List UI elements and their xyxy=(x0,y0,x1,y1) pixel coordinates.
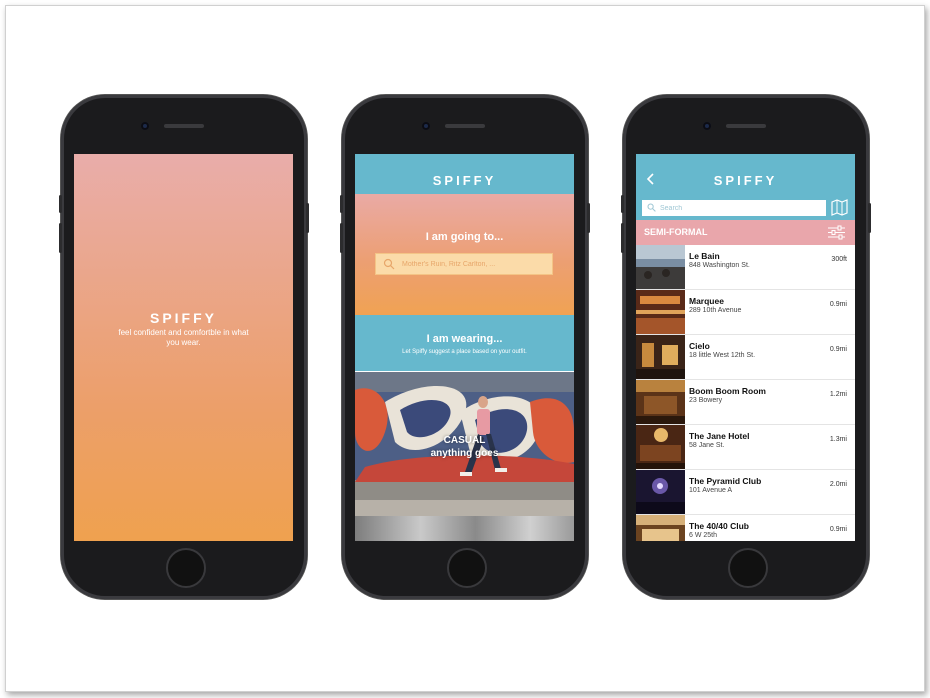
venue-name: Marquee xyxy=(689,296,724,306)
venue-photo xyxy=(636,470,685,514)
venue-distance: 0.9mi xyxy=(829,526,847,533)
earpiece-speaker xyxy=(445,124,485,128)
venue-distance: 0.9mi xyxy=(829,346,847,353)
phone-splash: SPIFFY feel confident and comfortble in … xyxy=(59,95,309,599)
casual-subtitle: anything goes xyxy=(430,448,499,459)
going-to-label: I am going to... xyxy=(425,231,504,243)
venue-address: 101 Avenue A xyxy=(689,487,733,494)
app-logo: SPIFFY xyxy=(149,310,217,326)
results-screen: SPIFFY SEMI-FORMAL xyxy=(636,154,855,541)
front-camera xyxy=(141,122,149,130)
venue-photo xyxy=(636,335,685,379)
venue-photo xyxy=(636,380,685,424)
tagline: feel confident and comfortble in what yo… xyxy=(118,328,249,347)
dress-code-label: SEMI-FORMAL xyxy=(644,227,708,237)
phone-home: SPIFFY I am going to... I am wearing... … xyxy=(340,95,590,599)
venue-name: The Jane Hotel xyxy=(689,431,750,441)
venue-distance: 300ft xyxy=(831,256,847,263)
venue-name: Le Bain xyxy=(689,251,720,261)
casual-caption: CASUAL anything goes xyxy=(355,434,574,460)
home-button[interactable] xyxy=(447,548,487,588)
venue-search-box[interactable] xyxy=(642,200,826,216)
venue-address: 848 Washington St. xyxy=(689,262,750,269)
wearing-subtitle: Let Spiffy suggest a place based on your… xyxy=(402,349,527,355)
home-button[interactable] xyxy=(166,548,206,588)
venue-name: Boom Boom Room xyxy=(689,386,766,396)
app-title: SPIFFY xyxy=(432,173,497,188)
venue-row[interactable]: Boom Boom Room 23 Bowery 1.2mi xyxy=(636,380,855,425)
phone-results: SPIFFY SEMI-FORMAL xyxy=(621,95,871,599)
venue-address: 18 little West 12th St. xyxy=(689,352,756,359)
home-button[interactable] xyxy=(728,548,768,588)
venue-search-input[interactable] xyxy=(660,202,820,214)
wearing-label: I am wearing... xyxy=(426,333,503,345)
venue-name: The Pyramid Club xyxy=(689,476,762,486)
casual-title: CASUAL xyxy=(443,435,486,446)
going-to-card: I am going to... xyxy=(355,194,574,315)
venue-distance: 1.3mi xyxy=(829,436,847,443)
filter-bar: SEMI-FORMAL xyxy=(636,220,855,245)
venue-row[interactable]: The 40/40 Club 6 W 25th 0.9mi xyxy=(636,515,855,541)
earpiece-speaker xyxy=(726,124,766,128)
destination-search-box[interactable] xyxy=(375,253,553,275)
next-style-card[interactable] xyxy=(355,516,574,541)
venue-list: Le Bain 848 Washington St. 300ft Marquee… xyxy=(636,245,855,541)
venue-row[interactable]: The Jane Hotel 58 Jane St. 1.3mi xyxy=(636,425,855,470)
venue-distance: 0.9mi xyxy=(829,301,847,308)
venue-row[interactable]: Le Bain 848 Washington St. 300ft xyxy=(636,245,855,290)
venue-row[interactable]: Marquee 289 10th Avenue 0.9mi xyxy=(636,290,855,335)
venue-row[interactable]: Cielo 18 little West 12th St. 0.9mi xyxy=(636,335,855,380)
wearing-card[interactable]: I am wearing... Let Spiffy suggest a pla… xyxy=(355,315,574,371)
venue-address: 289 10th Avenue xyxy=(689,307,742,314)
venue-photo xyxy=(636,515,685,541)
venue-distance: 1.2mi xyxy=(829,391,847,398)
venue-row[interactable]: The Pyramid Club 101 Avenue A 2.0mi xyxy=(636,470,855,515)
venue-name: Cielo xyxy=(689,341,710,351)
app-title: SPIFFY xyxy=(713,173,778,188)
earpiece-speaker xyxy=(164,124,204,128)
map-icon[interactable] xyxy=(831,199,848,216)
search-icon xyxy=(383,258,395,270)
splash-screen: SPIFFY feel confident and comfortble in … xyxy=(74,154,293,541)
front-camera xyxy=(703,122,711,130)
app-header: SPIFFY xyxy=(355,154,574,194)
venue-address: 58 Jane St. xyxy=(689,442,725,449)
search-icon xyxy=(647,203,656,212)
casual-style-card[interactable]: CASUAL anything goes xyxy=(355,372,574,516)
destination-search-input[interactable] xyxy=(402,257,547,271)
venue-photo xyxy=(636,245,685,289)
venue-address: 6 W 25th xyxy=(689,532,718,539)
home-screen: SPIFFY I am going to... I am wearing... … xyxy=(355,154,574,541)
venue-address: 23 Bowery xyxy=(689,397,723,404)
filter-sliders-icon[interactable] xyxy=(828,225,845,240)
venue-distance: 2.0mi xyxy=(829,481,847,488)
venue-photo xyxy=(636,425,685,469)
front-camera xyxy=(422,122,430,130)
venue-name: The 40/40 Club xyxy=(689,521,749,531)
venue-photo xyxy=(636,290,685,334)
app-header: SPIFFY xyxy=(636,154,855,220)
